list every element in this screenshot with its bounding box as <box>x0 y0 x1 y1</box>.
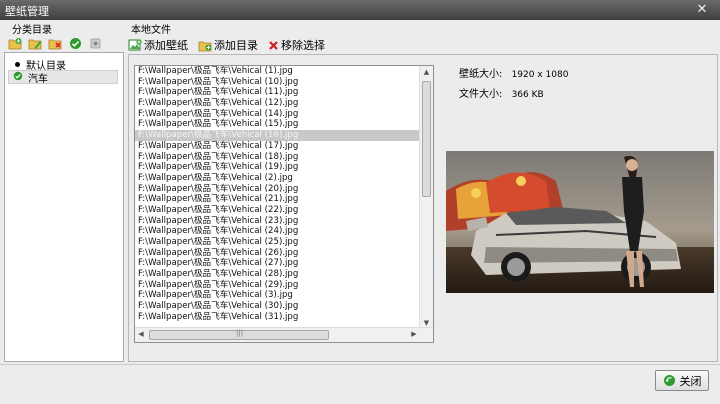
remove-selection-button[interactable]: 移除选择 <box>268 37 325 53</box>
add-folder-icon[interactable] <box>8 36 22 50</box>
add-wallpaper-label: 添加壁纸 <box>144 39 188 52</box>
horizontal-scroll-thumb[interactable]: ||| <box>149 329 329 340</box>
close-arrow-icon <box>663 375 675 386</box>
horizontal-scrollbar[interactable]: ◀ ||| ▶ <box>135 327 433 342</box>
grip-icon: ||| <box>236 329 244 337</box>
wallpaper-manager-window: 壁纸管理 ✕ 分类目录 本地文件 默认目录 汽车 添加壁纸 添加目录 移除选择 … <box>0 0 720 404</box>
file-list-item[interactable]: F:\Wallpaper\极品飞车\Vehical (26).jpg <box>135 248 421 259</box>
category-item-cars[interactable]: 汽车 <box>8 70 118 85</box>
file-list-item[interactable]: F:\Wallpaper\极品飞车\Vehical (11).jpg <box>135 87 421 98</box>
title-bar[interactable]: 壁纸管理 ✕ <box>0 0 720 20</box>
file-list-item[interactable]: F:\Wallpaper\极品飞车\Vehical (15).jpg <box>135 119 421 130</box>
footer-divider <box>0 364 720 365</box>
add-wallpaper-button[interactable]: 添加壁纸 <box>128 37 188 53</box>
add-image-icon <box>128 38 142 50</box>
file-list-item[interactable]: F:\Wallpaper\极品飞车\Vehical (1).jpg <box>135 66 421 77</box>
file-list-item[interactable]: F:\Wallpaper\极品飞车\Vehical (14).jpg <box>135 109 421 120</box>
bullet-icon <box>15 61 20 67</box>
category-panel-title: 分类目录 <box>12 25 52 36</box>
close-button-label: 关闭 <box>679 374 702 388</box>
file-rows: F:\Wallpaper\极品飞车\Vehical (1).jpg F:\Wall… <box>135 66 421 328</box>
delete-folder-icon[interactable] <box>48 36 62 50</box>
category-toolbar <box>8 36 102 52</box>
vertical-scrollbar[interactable]: ▲ ▼ <box>419 66 433 329</box>
file-list-item[interactable]: F:\Wallpaper\极品飞车\Vehical (20).jpg <box>135 184 421 195</box>
file-size-value: 366 KB <box>511 90 544 100</box>
file-list-item[interactable]: F:\Wallpaper\极品飞车\Vehical (25).jpg <box>135 237 421 248</box>
file-list-item[interactable]: F:\Wallpaper\极品飞车\Vehical (16).jpg <box>135 130 421 141</box>
file-list-item[interactable]: F:\Wallpaper\极品飞车\Vehical (29).jpg <box>135 280 421 291</box>
add-directory-label: 添加目录 <box>214 39 258 52</box>
check-icon[interactable] <box>68 36 82 50</box>
file-list-item[interactable]: F:\Wallpaper\极品飞车\Vehical (21).jpg <box>135 194 421 205</box>
file-list-item[interactable]: F:\Wallpaper\极品飞车\Vehical (3).jpg <box>135 290 421 301</box>
file-list-item[interactable]: F:\Wallpaper\极品飞车\Vehical (22).jpg <box>135 205 421 216</box>
remove-icon <box>269 40 278 50</box>
edit-folder-icon[interactable] <box>28 36 42 50</box>
file-list-item[interactable]: F:\Wallpaper\极品飞车\Vehical (19).jpg <box>135 162 421 173</box>
file-list-item[interactable]: F:\Wallpaper\极品飞车\Vehical (24).jpg <box>135 226 421 237</box>
remove-selection-label: 移除选择 <box>281 39 325 52</box>
category-list[interactable]: 默认目录 汽车 <box>4 52 124 362</box>
file-list-item[interactable]: F:\Wallpaper\极品飞车\Vehical (10).jpg <box>135 77 421 88</box>
file-size-label: 文件大小: <box>459 89 503 100</box>
scroll-up-icon[interactable]: ▲ <box>420 66 433 78</box>
files-toolbar: 添加壁纸 添加目录 移除选择 <box>128 36 325 54</box>
scroll-right-icon[interactable]: ▶ <box>408 328 420 341</box>
wallpaper-size-value: 1920 x 1080 <box>511 70 569 80</box>
files-panel: F:\Wallpaper\极品飞车\Vehical (1).jpg F:\Wall… <box>128 54 718 362</box>
add-directory-button[interactable]: 添加目录 <box>198 37 258 53</box>
file-list-item[interactable]: F:\Wallpaper\极品飞车\Vehical (27).jpg <box>135 258 421 269</box>
vertical-scroll-thumb[interactable] <box>422 81 431 197</box>
file-list-item[interactable]: F:\Wallpaper\极品飞车\Vehical (28).jpg <box>135 269 421 280</box>
file-list[interactable]: F:\Wallpaper\极品飞车\Vehical (1).jpg F:\Wall… <box>134 65 434 343</box>
wallpaper-preview <box>446 151 714 293</box>
settings-icon[interactable] <box>88 36 102 50</box>
file-list-item[interactable]: F:\Wallpaper\极品飞车\Vehical (30).jpg <box>135 301 421 312</box>
local-files-title: 本地文件 <box>131 25 171 36</box>
add-folder-icon <box>198 41 212 51</box>
close-button[interactable]: 关闭 <box>655 370 709 391</box>
check-icon <box>13 71 23 84</box>
scroll-left-icon[interactable]: ◀ <box>135 328 147 341</box>
window-close-icon[interactable]: ✕ <box>694 2 710 18</box>
file-size-row: 文件大小: 366 KB <box>459 85 544 100</box>
car-wallpaper-image <box>446 151 714 293</box>
file-list-item[interactable]: F:\Wallpaper\极品飞车\Vehical (2).jpg <box>135 173 421 184</box>
file-list-item[interactable]: F:\Wallpaper\极品飞车\Vehical (17).jpg <box>135 141 421 152</box>
wallpaper-size-row: 壁纸大小: 1920 x 1080 <box>459 65 568 80</box>
window-title: 壁纸管理 <box>5 5 49 18</box>
category-label: 汽车 <box>28 73 48 85</box>
file-list-item[interactable]: F:\Wallpaper\极品飞车\Vehical (12).jpg <box>135 98 421 109</box>
file-list-item[interactable]: F:\Wallpaper\极品飞车\Vehical (18).jpg <box>135 152 421 163</box>
wallpaper-size-label: 壁纸大小: <box>459 69 503 80</box>
file-list-item[interactable]: F:\Wallpaper\极品飞车\Vehical (31).jpg <box>135 312 421 323</box>
file-list-item[interactable]: F:\Wallpaper\极品飞车\Vehical (23).jpg <box>135 216 421 227</box>
